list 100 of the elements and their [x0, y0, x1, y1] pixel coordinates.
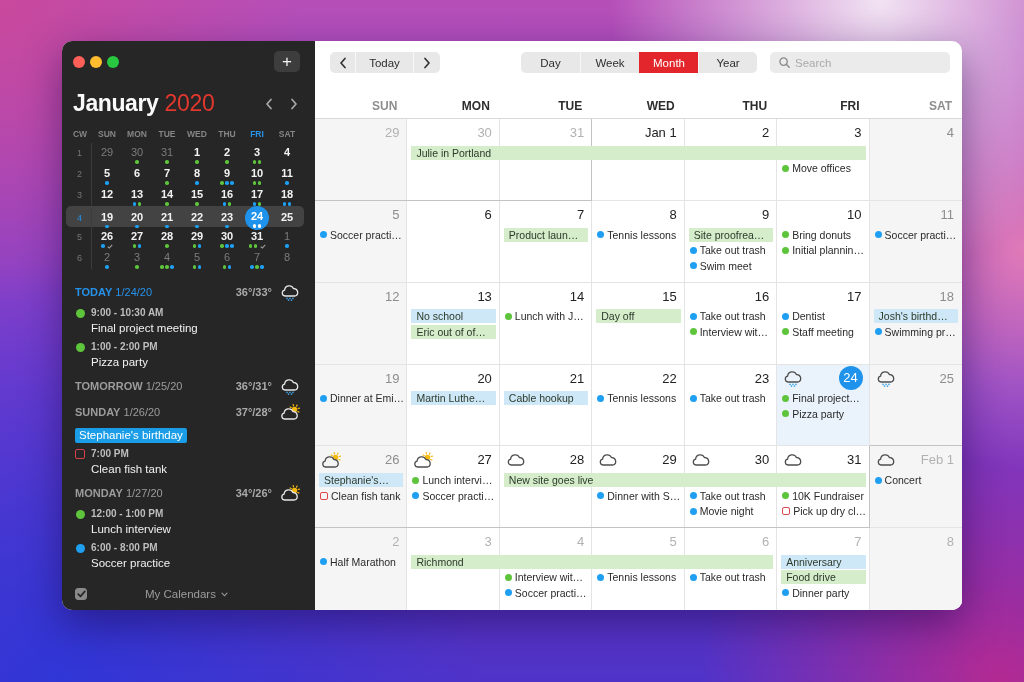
event-item[interactable]: Pick up dry cl…	[777, 504, 870, 519]
mini-day[interactable]: 5	[182, 248, 212, 269]
all-day-event[interactable]: Anniversary	[781, 554, 866, 569]
event-item[interactable]: Dinner at Emi…	[315, 391, 408, 406]
event-item[interactable]: Swim meet	[684, 258, 778, 273]
all-day-event[interactable]: Day off	[596, 309, 681, 324]
search-field[interactable]: Search	[770, 52, 950, 73]
event-item[interactable]: Interview wit…	[499, 570, 593, 585]
event-item[interactable]: Pizza party	[777, 406, 870, 421]
event-item[interactable]: Concert	[869, 473, 962, 488]
all-day-event[interactable]: Product laun…	[503, 227, 589, 242]
event-item[interactable]: Take out trash	[684, 309, 778, 324]
multi-day-event[interactable]: Julie in Portland	[411, 145, 866, 160]
mini-day[interactable]: 12	[92, 185, 122, 206]
mini-day[interactable]: 18	[272, 185, 302, 206]
all-day-event[interactable]: Eric out of of…	[411, 324, 496, 339]
mini-day[interactable]: 19	[92, 207, 122, 229]
mini-day[interactable]: 10	[242, 164, 272, 185]
mini-day[interactable]: 4	[152, 248, 182, 269]
event-item[interactable]: Lunch with J…	[499, 309, 593, 324]
mini-day[interactable]: 4	[272, 143, 302, 164]
mini-day[interactable]: 6	[122, 164, 152, 185]
all-day-event[interactable]: Martin Luthe…	[411, 391, 496, 406]
calendars-checkbox[interactable]	[75, 588, 87, 600]
mini-day[interactable]: 5	[92, 164, 122, 185]
mini-day[interactable]: 20	[122, 207, 152, 229]
event-item[interactable]: Swimming pr…	[869, 324, 962, 339]
all-day-event[interactable]: No school	[411, 309, 496, 324]
mini-day[interactable]: 30	[212, 227, 242, 248]
mini-day[interactable]: 2	[92, 248, 122, 269]
mini-day[interactable]: 14	[152, 185, 182, 206]
mini-day[interactable]: 23	[212, 207, 242, 229]
event-item[interactable]: Staff meeting	[777, 324, 870, 339]
mini-day[interactable]: 30	[122, 143, 152, 164]
view-tab[interactable]: Week	[580, 52, 639, 73]
all-day-event[interactable]: Food drive	[781, 570, 866, 585]
event-item[interactable]: Dentist	[777, 309, 870, 324]
all-day-event[interactable]: Site proofrea…	[688, 227, 774, 242]
event-item[interactable]: Take out trash	[684, 488, 778, 503]
mini-day[interactable]: 25	[272, 207, 302, 229]
mini-day[interactable]: 15	[182, 185, 212, 206]
mini-day[interactable]: 1	[182, 143, 212, 164]
mini-day[interactable]: 31	[242, 227, 272, 248]
mini-day[interactable]: 1	[272, 227, 302, 248]
event-item[interactable]: Soccer practi…	[499, 585, 593, 600]
next-button[interactable]	[414, 52, 440, 73]
minimize-button[interactable]	[90, 55, 102, 68]
event-item[interactable]: Tennis lessons	[592, 227, 685, 242]
chevron-right-icon[interactable]	[290, 97, 298, 110]
mini-day[interactable]: 29	[182, 227, 212, 248]
event-item[interactable]: Movie night	[684, 504, 778, 519]
mini-day[interactable]: 17	[242, 185, 272, 206]
event-item[interactable]: Final project…	[777, 391, 870, 406]
mini-day[interactable]: 16	[212, 185, 242, 206]
view-tab[interactable]: Month	[639, 52, 698, 73]
all-day-event[interactable]: Josh's birthd…	[873, 309, 958, 324]
all-day-event[interactable]: Stephanie's…	[319, 473, 404, 488]
event-item[interactable]: Tennis lessons	[592, 570, 685, 585]
view-tab[interactable]: Year	[698, 52, 757, 73]
today-button[interactable]: Today	[355, 52, 414, 73]
mini-day[interactable]: 8	[272, 248, 302, 269]
mini-day[interactable]: 3	[122, 248, 152, 269]
event-item[interactable]: Tennis lessons	[592, 391, 685, 406]
event-item[interactable]: Half Marathon	[315, 554, 408, 569]
mini-day[interactable]: 21	[152, 207, 182, 229]
mini-day[interactable]: 26	[92, 227, 122, 248]
close-button[interactable]	[73, 55, 85, 68]
event-item[interactable]: Clean fish tank	[315, 488, 408, 503]
event-item[interactable]: Soccer practi…	[315, 227, 408, 242]
view-tab[interactable]: Day	[521, 52, 580, 73]
event-item[interactable]: Interview wit…	[684, 324, 778, 339]
calendars-menu-button[interactable]: My Calendars	[145, 588, 228, 600]
mini-day[interactable]: 8	[182, 164, 212, 185]
event-item[interactable]: Lunch intervi…	[407, 473, 500, 488]
event-item[interactable]: Move offices	[777, 161, 870, 176]
mini-day[interactable]: 7	[242, 248, 272, 269]
event-item[interactable]: Dinner party	[777, 585, 870, 600]
event-item[interactable]: 10K Fundraiser	[777, 488, 870, 503]
mini-day[interactable]: 27	[122, 227, 152, 248]
event-item[interactable]: Soccer practi…	[407, 488, 500, 503]
mini-day[interactable]: 2	[212, 143, 242, 164]
event-item[interactable]: Bring donuts	[777, 227, 870, 242]
event-item[interactable]: Initial plannin…	[777, 243, 870, 258]
zoom-button[interactable]	[107, 55, 119, 68]
event-item[interactable]: Take out trash	[684, 243, 778, 258]
event-item[interactable]: Dinner with S…	[592, 488, 685, 503]
mini-day[interactable]: 22	[182, 207, 212, 229]
mini-day[interactable]: 7	[152, 164, 182, 185]
multi-day-event[interactable]: New site goes live	[503, 473, 866, 488]
mini-day[interactable]: 9	[212, 164, 242, 185]
event-item[interactable]: Soccer practi…	[869, 227, 962, 242]
mini-day[interactable]: 6	[212, 248, 242, 269]
mini-day[interactable]: 11	[272, 164, 302, 185]
chevron-left-icon[interactable]	[265, 97, 273, 110]
previous-button[interactable]	[330, 52, 355, 73]
event-item[interactable]: Take out trash	[684, 391, 778, 406]
all-day-event[interactable]: Cable hookup	[503, 391, 589, 406]
add-event-button[interactable]: +	[274, 51, 300, 72]
mini-day[interactable]: 31	[152, 143, 182, 164]
mini-day[interactable]: 3	[242, 143, 272, 164]
